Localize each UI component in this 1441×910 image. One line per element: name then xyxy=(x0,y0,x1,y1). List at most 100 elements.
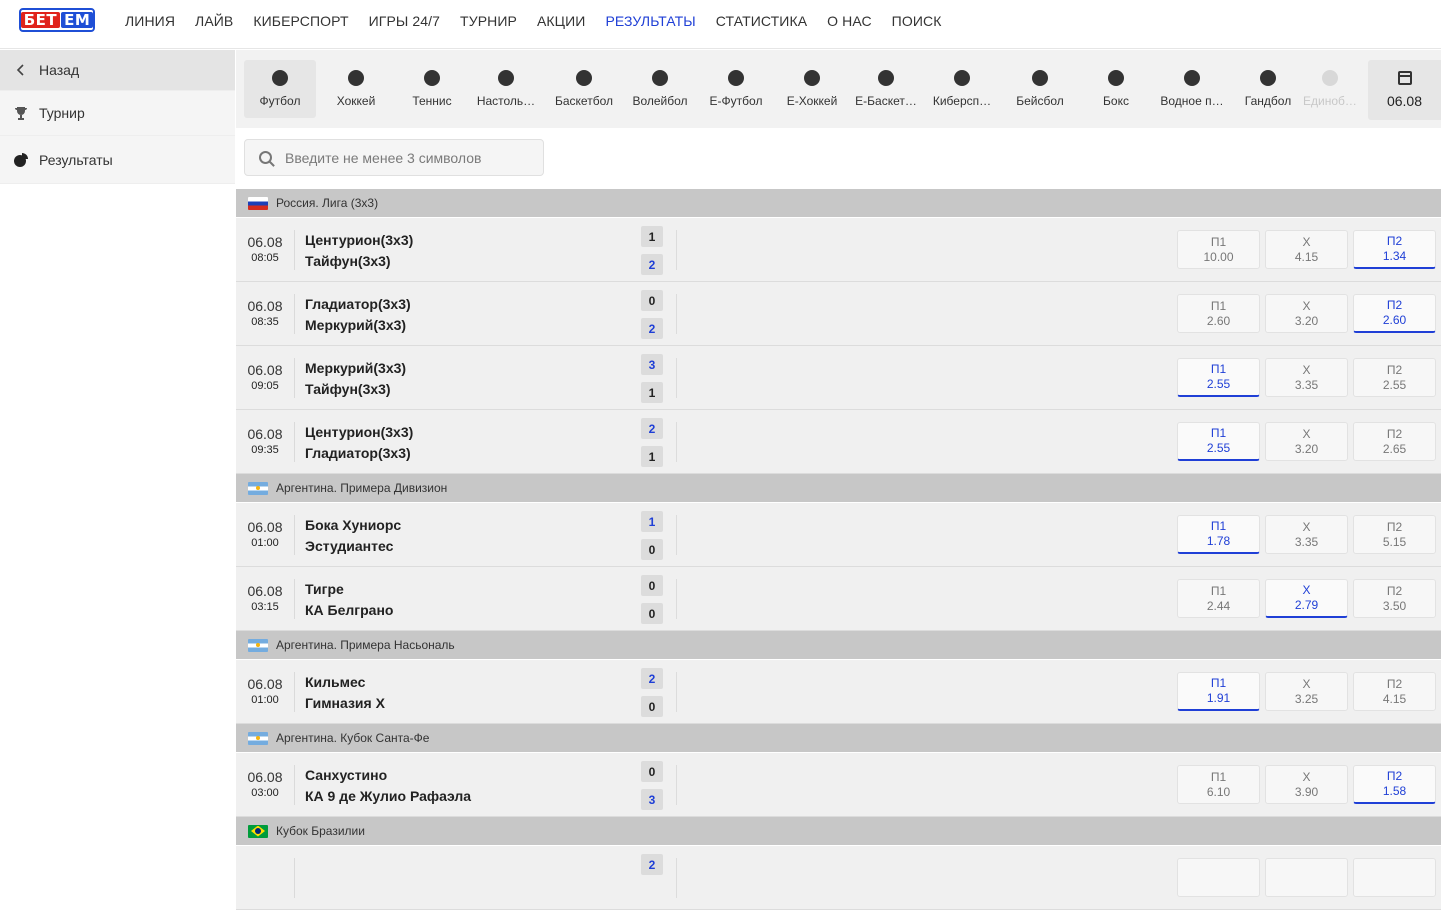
odds-button-p1[interactable]: П1 6.10 xyxy=(1177,765,1260,804)
league-header[interactable]: Кубок Бразилии xyxy=(236,817,1441,845)
odds-button-p2[interactable]: П2 3.50 xyxy=(1353,579,1436,618)
odds-value: 2.55 xyxy=(1206,441,1231,455)
nav-line[interactable]: ЛИНИЯ xyxy=(125,12,175,30)
match-row[interactable]: 06.08 09:35 Центурион(3х3) Гладиатор(3х3) 2 1… xyxy=(236,410,1441,474)
home-team: Центурион(3х3) xyxy=(305,424,414,440)
match-row[interactable]: 06.08 01:00 Бока Хуниорс Эстудиантес 1 0 П1 1.7… xyxy=(236,503,1441,567)
sport-tab-e-hockey[interactable]: E-Хоккей xyxy=(776,60,848,118)
odds-button-x[interactable]: Х 3.90 xyxy=(1265,765,1348,804)
odds-button-x[interactable]: Х 3.35 xyxy=(1265,358,1348,397)
league-name: Кубок Бразилии xyxy=(276,824,365,838)
date-filter-button[interactable]: 06.08 xyxy=(1368,60,1441,120)
odds-button-x[interactable]: Х 3.20 xyxy=(1265,422,1348,461)
odds-button-p2[interactable]: П2 1.58 xyxy=(1353,765,1436,804)
league-header[interactable]: Аргентина. Примера Насьональ xyxy=(236,631,1441,659)
odds-button-p1[interactable]: П1 2.44 xyxy=(1177,579,1260,618)
nav-statistics[interactable]: СТАТИСТИКА xyxy=(716,12,807,30)
sport-tab-volleyball[interactable]: Волейбол xyxy=(624,60,696,118)
sport-tab-water-polo[interactable]: Водное п… xyxy=(1156,60,1228,118)
match-row[interactable]: 2 xyxy=(236,846,1441,910)
odds-button-p2[interactable]: П2 2.65 xyxy=(1353,422,1436,461)
away-team: Меркурий(3х3) xyxy=(305,317,407,333)
nav-results[interactable]: РЕЗУЛЬТАТЫ xyxy=(605,12,695,30)
odds-label: П2 xyxy=(1386,519,1403,534)
search-input[interactable] xyxy=(285,149,535,166)
sport-tab-football[interactable]: Футбол xyxy=(244,60,316,118)
odds-button-p1[interactable]: П1 1.91 xyxy=(1177,672,1260,711)
sport-tab-table-tennis[interactable]: Настоль… xyxy=(470,60,542,118)
odds-button-x[interactable]: Х 2.79 xyxy=(1265,579,1348,618)
match-teams: Тигре КА Белграно xyxy=(294,579,393,619)
flag-ar-icon xyxy=(248,638,268,652)
sport-tab-e-football[interactable]: E-Футбол xyxy=(700,60,772,118)
sport-tab-baseball[interactable]: Бейсбол xyxy=(1004,60,1076,118)
divider xyxy=(676,294,677,334)
home-score: 1 xyxy=(641,511,663,532)
match-row[interactable]: 06.08 01:00 Кильмес Гимназия Х 2 0 П1 1.91 Х 3.25… xyxy=(236,660,1441,724)
sidebar-item-results[interactable]: Результаты xyxy=(0,136,235,184)
match-row[interactable]: 06.08 03:15 Тигре КА Белграно 0 0 П1 2.44 Х 2.79 П… xyxy=(236,567,1441,631)
odds-value: 1.78 xyxy=(1206,534,1231,548)
sport-tab-e-basketball[interactable]: E-Баскет… xyxy=(850,60,922,118)
odds-label: П2 xyxy=(1386,426,1403,441)
nav-games-24-7[interactable]: ИГРЫ 24/7 xyxy=(369,12,440,30)
match-row[interactable]: 06.08 09:05 Меркурий(3х3) Тайфун(3х3) 3 1 П1 2.… xyxy=(236,346,1441,410)
odds-button-p1[interactable]: П1 2.60 xyxy=(1177,294,1260,333)
odds-button-x[interactable]: Х 3.35 xyxy=(1265,515,1348,554)
away-score: 2 xyxy=(641,318,663,339)
odds-button-p1[interactable] xyxy=(1177,858,1260,897)
odds-label: П1 xyxy=(1210,234,1227,249)
odds-button-x[interactable]: Х 3.25 xyxy=(1265,672,1348,711)
nav-live[interactable]: ЛАЙВ xyxy=(195,12,233,30)
e-hockey-icon xyxy=(804,70,820,86)
nav-esports[interactable]: КИБЕРСПОРТ xyxy=(253,12,348,30)
sidebar-back-button[interactable]: Назад xyxy=(0,50,235,91)
odds-button-p1[interactable]: П1 2.55 xyxy=(1177,358,1260,397)
sport-tab-martial-arts[interactable]: Единоб… xyxy=(1300,60,1360,118)
odds-button-p2[interactable]: П2 2.55 xyxy=(1353,358,1436,397)
match-row[interactable]: 06.08 08:05 Центурион(3х3) Тайфун(3х3) 1 2 П1 1… xyxy=(236,218,1441,282)
sport-tab-boxing[interactable]: Бокс xyxy=(1080,60,1152,118)
odds-label: П2 xyxy=(1386,362,1403,377)
sport-tab-hockey[interactable]: Хоккей xyxy=(320,60,392,118)
betem-logo[interactable]: БЕТ ЕМ xyxy=(19,8,95,32)
match-teams: Санхустино КА 9 де Жулио Рафаэла xyxy=(294,765,471,805)
odds-label: П1 xyxy=(1210,519,1227,533)
away-score: 0 xyxy=(641,539,663,560)
sidebar-item-tournament[interactable]: Турнир xyxy=(0,91,235,136)
league-header[interactable]: Россия. Лига (3х3) xyxy=(236,189,1441,217)
odds-button-x[interactable]: Х 4.15 xyxy=(1265,230,1348,269)
league-header[interactable]: Аргентина. Примера Дивизион xyxy=(236,474,1441,502)
sport-label: Хоккей xyxy=(336,94,376,108)
nav-promotions[interactable]: АКЦИИ xyxy=(537,12,585,30)
odds-label: П2 xyxy=(1386,769,1403,783)
odds-button-p1[interactable]: П1 10.00 xyxy=(1177,230,1260,269)
odds-button-p2[interactable]: П2 1.34 xyxy=(1353,230,1436,269)
odds-value: 2.44 xyxy=(1206,598,1231,613)
sport-tab-handball[interactable]: Гандбол xyxy=(1232,60,1304,118)
nav-tournament[interactable]: ТУРНИР xyxy=(460,12,517,30)
nav-search[interactable]: ПОИСК xyxy=(892,12,942,30)
match-datetime: 06.08 08:35 xyxy=(236,282,294,346)
odds-button-p1[interactable]: П1 2.55 xyxy=(1177,422,1260,461)
match-row[interactable]: 06.08 08:35 Гладиатор(3х3) Меркурий(3х3) 0 2 П… xyxy=(236,282,1441,346)
sport-tab-basketball[interactable]: Баскетбол xyxy=(548,60,620,118)
odds-button-x[interactable] xyxy=(1265,858,1348,897)
sport-tab-cybersport[interactable]: Киберсп… xyxy=(926,60,998,118)
odds-button-p2[interactable] xyxy=(1353,858,1436,897)
sport-tab-tennis[interactable]: Теннис xyxy=(396,60,468,118)
odds-button-p2[interactable]: П2 2.60 xyxy=(1353,294,1436,333)
odds-button-p2[interactable]: П2 4.15 xyxy=(1353,672,1436,711)
flag-br-icon xyxy=(248,824,268,838)
odds-value: 2.79 xyxy=(1294,598,1319,612)
away-team: КА Белграно xyxy=(305,602,394,618)
odds-button-p1[interactable]: П1 1.78 xyxy=(1177,515,1260,554)
odds-button-p2[interactable]: П2 5.15 xyxy=(1353,515,1436,554)
league-header[interactable]: Аргентина. Кубок Санта-Фе xyxy=(236,724,1441,752)
nav-about[interactable]: О НАС xyxy=(827,12,872,30)
sidebar: Назад Турнир Результаты xyxy=(0,50,235,872)
sport-label: Киберсп… xyxy=(932,94,992,108)
odds-value: 3.20 xyxy=(1294,313,1319,328)
match-row[interactable]: 06.08 03:00 Санхустино КА 9 де Жулио Рафаэл… xyxy=(236,753,1441,817)
odds-button-x[interactable]: Х 3.20 xyxy=(1265,294,1348,333)
